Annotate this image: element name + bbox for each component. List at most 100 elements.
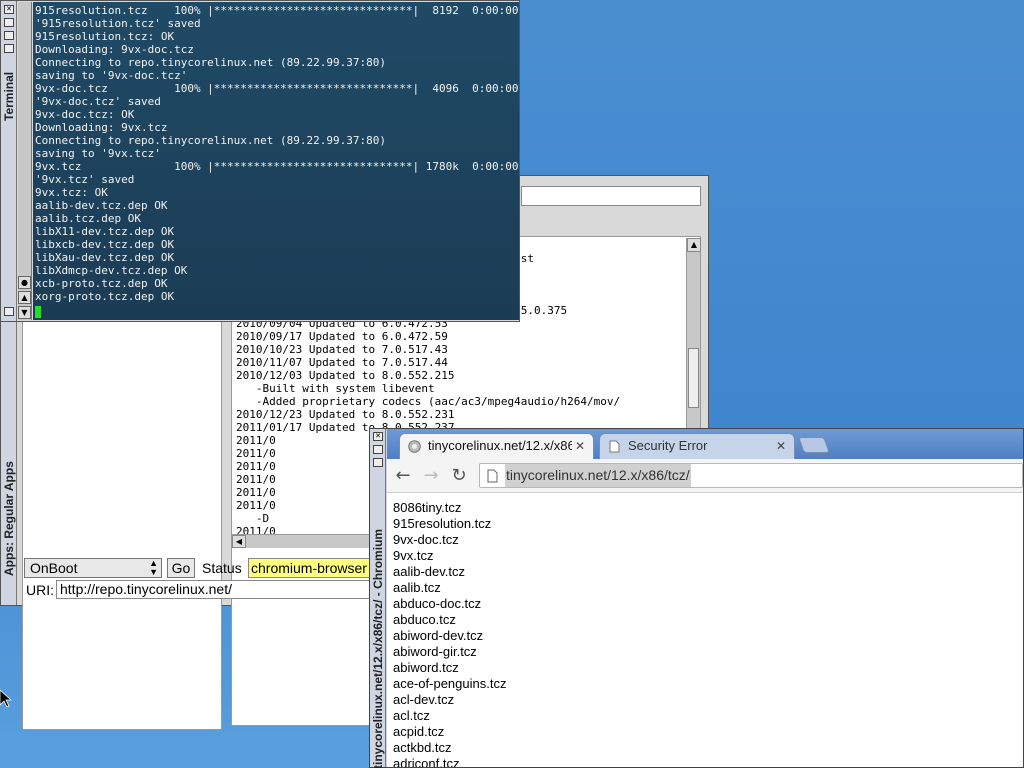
file-link[interactable]: aalib-dev.tcz: [393, 564, 465, 580]
file-link[interactable]: abiword-dev.tcz: [393, 628, 483, 644]
terminal-line: libX11-dev.tcz.dep OK: [35, 225, 175, 238]
terminal-line: '915resolution.tcz' saved: [35, 17, 201, 30]
scroll-up-icon[interactable]: ▲: [687, 238, 701, 252]
terminal-scrollbar[interactable]: ● ▲ ▼: [18, 2, 32, 320]
terminal-line: 9vx-doc.tcz: OK: [35, 108, 135, 121]
restore-icon[interactable]: [4, 31, 14, 40]
address-url: tinycorelinux.net/12.x/x86/tcz/: [505, 464, 691, 487]
terminal-cursor: [35, 306, 41, 318]
file-link[interactable]: acl-dev.tcz: [393, 692, 454, 708]
new-tab-button[interactable]: [798, 437, 830, 453]
info-line: 2011/0: [236, 486, 276, 499]
spinner-arrows-icon: ▲ ▼: [149, 558, 158, 577]
info-line: 2011/0: [236, 447, 276, 460]
terminal-line: 9vx.tcz 100% |**************************…: [35, 160, 519, 173]
terminal-line: Connecting to repo.tinycorelinux.net (89…: [35, 56, 386, 69]
apps-extension-list[interactable]: [22, 316, 222, 730]
file-link[interactable]: acl.tcz: [393, 708, 430, 724]
maximize-icon[interactable]: [373, 445, 383, 454]
file-link[interactable]: 915resolution.tcz: [393, 516, 491, 532]
shade-icon[interactable]: [4, 307, 14, 316]
scroll-up-icon[interactable]: ▲: [18, 291, 31, 304]
file-link[interactable]: abduco.tcz: [393, 612, 456, 628]
terminal-line: saving to '9vx-doc.tcz': [35, 69, 188, 82]
file-link[interactable]: 9vx.tcz: [393, 548, 433, 564]
file-link[interactable]: abiword.tcz: [393, 660, 459, 676]
info-line: -Built with system libevent: [236, 382, 435, 395]
address-bar[interactable]: tinycorelinux.net/12.x/x86/tcz/: [479, 463, 1023, 488]
terminal-line: xorg-proto.tcz.dep OK: [35, 290, 175, 303]
file-link[interactable]: adriconf.tcz: [393, 756, 459, 767]
scroll-left-icon[interactable]: ◀: [232, 535, 246, 548]
page-icon: [609, 440, 620, 453]
terminal-window[interactable]: ✕ Terminal ● ▲ ▼ 915resolution.tcz 100% …: [0, 0, 520, 322]
info-line: 2011/0: [236, 460, 276, 473]
close-tab-icon[interactable]: ✕: [776, 434, 786, 458]
status-label: Status: [202, 560, 242, 576]
info-line: 2010/12/03 Updated to 8.0.552.215: [236, 369, 455, 382]
chromium-window[interactable]: ✕ tinycorelinux.net/12.x/x86/tcz/ - Chro…: [369, 428, 1024, 768]
info-line: 2011/0: [236, 473, 276, 486]
terminal-line: 915resolution.tcz 100% |****************…: [35, 4, 519, 17]
info-line: 2010/10/23 Updated to 7.0.517.43: [236, 343, 448, 356]
chromium-titlebar[interactable]: ✕ tinycorelinux.net/12.x/x86/tcz/ - Chro…: [370, 429, 386, 768]
file-link[interactable]: ace-of-penguins.tcz: [393, 676, 506, 692]
page-info-icon[interactable]: [487, 469, 498, 483]
file-link[interactable]: 9vx-doc.tcz: [393, 532, 459, 548]
tab-security-error[interactable]: Security Error ✕: [599, 433, 795, 459]
apps-horizontal-scrollbar[interactable]: ◀: [232, 534, 372, 548]
info-line: 2011/0: [236, 499, 276, 512]
close-icon[interactable]: ✕: [373, 432, 383, 441]
tab-directory-listing[interactable]: tinycorelinux.net/12.x/x86/ ✕: [399, 433, 594, 459]
terminal-line: Downloading: 9vx-doc.tcz: [35, 43, 194, 56]
install-mode-select[interactable]: OnBoot ▲ ▼: [24, 558, 162, 578]
minimize-icon[interactable]: [4, 44, 14, 53]
scroll-thumb[interactable]: [688, 348, 699, 408]
terminal-line: saving to '9vx.tcz': [35, 147, 161, 160]
reload-icon[interactable]: ↻: [448, 465, 470, 487]
terminal-line: 915resolution.tcz: OK: [35, 30, 175, 43]
uri-label: URI:: [26, 582, 54, 598]
back-arrow-icon[interactable]: ←: [392, 465, 414, 487]
forward-arrow-icon[interactable]: →: [420, 465, 442, 487]
close-icon[interactable]: ✕: [4, 5, 14, 14]
uri-row: URI: http://repo.tinycorelinux.net/: [22, 579, 386, 601]
file-link[interactable]: 8086tiny.tcz: [393, 500, 461, 516]
maximize-icon[interactable]: [4, 18, 14, 27]
file-link[interactable]: aalib.tcz: [393, 580, 441, 596]
terminal-line: '9vx.tcz' saved: [35, 173, 135, 186]
tab-label: Security Error: [628, 438, 708, 453]
terminal-line: Connecting to repo.tinycorelinux.net (89…: [35, 134, 386, 147]
chromium-window-title: tinycorelinux.net/12.x/x86/tcz/ - Chromi…: [371, 528, 385, 768]
terminal-line: libXau-dev.tcz.dep OK: [35, 251, 175, 264]
tab-strip: tinycorelinux.net/12.x/x86/ ✕ Security E…: [387, 429, 1023, 459]
info-line: 2011/0: [236, 434, 276, 447]
terminal-line: '9vx-doc.tcz' saved: [35, 95, 161, 108]
terminal-line: 9vx-doc.tcz 100% |**********************…: [35, 82, 519, 95]
terminal-output[interactable]: 915resolution.tcz 100% |****************…: [33, 2, 519, 320]
file-link[interactable]: actkbd.tcz: [393, 740, 452, 756]
restore-icon[interactable]: [373, 458, 383, 467]
globe-icon: [408, 440, 421, 453]
file-link[interactable]: abduco-doc.tcz: [393, 596, 481, 612]
terminal-line: aalib-dev.tcz.dep OK: [35, 199, 168, 212]
tab-label: tinycorelinux.net/12.x/x86/: [428, 438, 579, 453]
terminal-line: 9vx.tcz: OK: [35, 186, 108, 199]
info-line: 2010/11/07 Updated to 7.0.517.44: [236, 356, 448, 369]
terminal-title: Terminal: [2, 71, 16, 121]
scroll-down-icon[interactable]: ▼: [18, 306, 31, 319]
uri-input[interactable]: http://repo.tinycorelinux.net/: [56, 580, 386, 599]
terminal-line: xcb-proto.tcz.dep OK: [35, 277, 168, 290]
install-mode-value: OnBoot: [30, 560, 78, 576]
close-tab-icon[interactable]: ✕: [571, 434, 585, 458]
mouse-pointer-icon: [0, 690, 12, 708]
info-line: -D: [236, 512, 270, 525]
scroll-circle-icon[interactable]: ●: [18, 276, 31, 289]
file-link[interactable]: acpid.tcz: [393, 724, 444, 740]
info-line: 2010/12/23 Updated to 8.0.552.231: [236, 408, 455, 421]
terminal-titlebar[interactable]: ✕ Terminal: [1, 1, 17, 321]
file-link[interactable]: abiword-gir.tcz: [393, 644, 477, 660]
go-button[interactable]: Go: [167, 558, 195, 578]
apps-search-input[interactable]: [521, 186, 701, 206]
status-value: chromium-browser: [248, 558, 388, 578]
